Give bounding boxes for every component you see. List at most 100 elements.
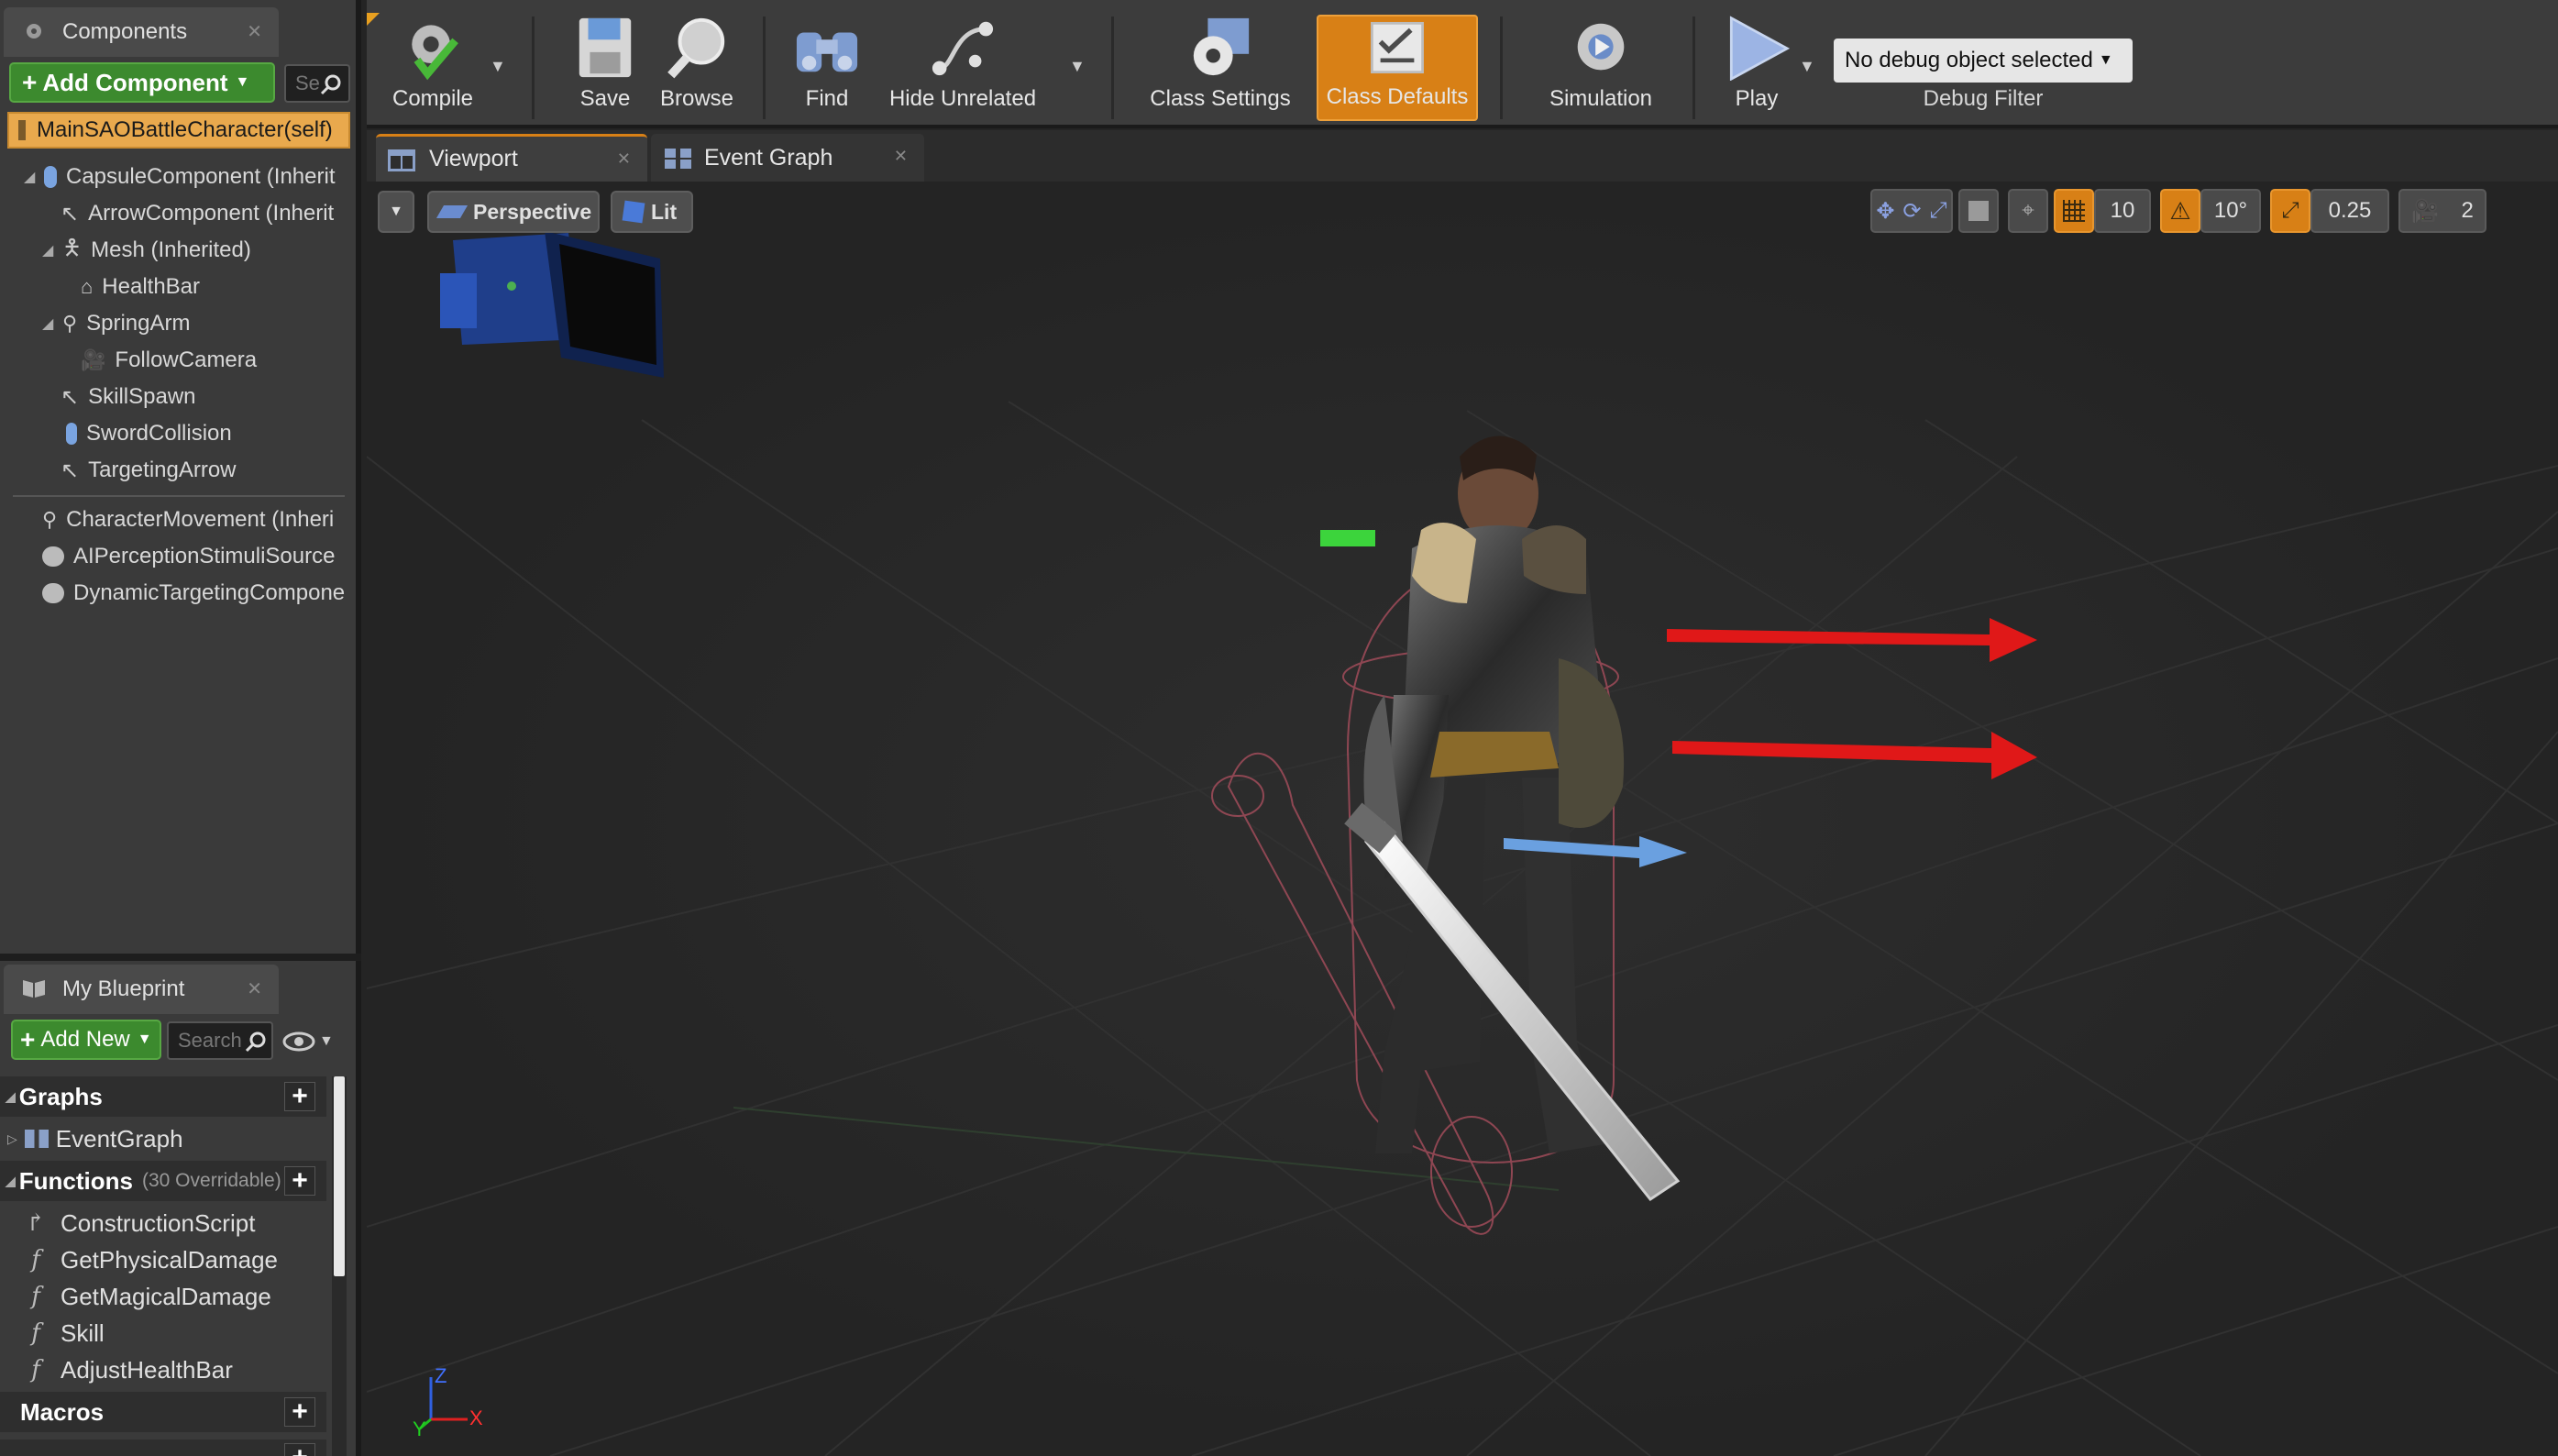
perspective-button[interactable]: Perspective (427, 191, 600, 233)
close-icon[interactable]: ✕ (247, 20, 262, 43)
tree-row-dynamictargeting[interactable]: DynamicTargetingCompone (42, 576, 354, 611)
tree-row-springarm[interactable]: ◢ ⚲ SpringArm (42, 306, 354, 341)
section-functions[interactable]: ◢ Functions (30 Overridable) + (0, 1161, 326, 1201)
tab-components[interactable]: Components ✕ (4, 7, 279, 57)
tab-components-label: Components (62, 19, 188, 44)
tree-row-swordcollision[interactable]: SwordCollision (66, 416, 354, 451)
simulation-button[interactable]: Simulation (1527, 15, 1674, 121)
surface-snap-icon: ⌖ (2022, 198, 2034, 223)
add-variable-button[interactable]: + (284, 1443, 315, 1456)
tree-row-self[interactable]: MainSAOBattleCharacter(self) (7, 112, 350, 149)
scrollbar-thumb[interactable] (334, 1076, 345, 1276)
close-icon[interactable]: ✕ (894, 147, 908, 166)
view-options-button[interactable]: ▼ (282, 1025, 341, 1058)
play-label: Play (1735, 86, 1779, 111)
toolbar-separator (1500, 17, 1503, 119)
section-variables[interactable]: + (0, 1439, 326, 1456)
close-icon[interactable]: ✕ (617, 149, 631, 169)
list-item-function[interactable]: f AdjustHealthBar (0, 1351, 326, 1388)
tab-my-blueprint-label: My Blueprint (62, 976, 185, 1001)
compile-button[interactable]: Compile (378, 15, 488, 121)
camera-speed-icon: 🎥 (2411, 198, 2440, 224)
world-local-toggle[interactable] (1958, 189, 1999, 233)
tree-row-mesh[interactable]: ◢ 🯅 Mesh (Inherited) (42, 233, 354, 268)
tree-row-skillspawn[interactable]: ↖ SkillSpawn (61, 380, 354, 414)
graph-icon (24, 1130, 49, 1148)
rotation-snap-value[interactable]: 10° (2200, 189, 2261, 233)
tree-row-aiperception[interactable]: AIPerceptionStimuliSource (42, 539, 354, 574)
hide-unrelated-chevron-icon[interactable]: ▼ (1069, 57, 1086, 76)
scale-icon[interactable]: ⤢ (1929, 198, 1946, 224)
hide-unrelated-button[interactable]: Hide Unrelated (880, 15, 1045, 121)
camera-speed-value: 2 (2461, 198, 2474, 223)
angle-icon: ⚠ (2169, 196, 2191, 225)
view-mode-lit-button[interactable]: Lit (611, 191, 693, 233)
movement-icon: ⚲ (42, 508, 58, 531)
tree-label: SkillSpawn (88, 384, 196, 409)
simulation-icon (1577, 23, 1625, 71)
list-item-function[interactable]: f GetMagicalDamage (0, 1278, 326, 1315)
blueprint-search-input[interactable]: Search (167, 1021, 273, 1060)
section-macros[interactable]: Macros + (0, 1392, 326, 1432)
add-macro-button[interactable]: + (284, 1397, 315, 1427)
list-item-function[interactable]: ↱ ConstructionScript (0, 1205, 326, 1241)
panel-splitter[interactable] (0, 954, 361, 961)
find-button[interactable]: Find (781, 15, 873, 121)
debug-filter-label: Debug Filter (1923, 86, 2044, 111)
debug-object-select[interactable]: No debug object selected ▼ (1834, 39, 2133, 83)
rotation-snap-toggle[interactable]: ⚠ (2160, 189, 2200, 233)
scrollbar-track[interactable] (332, 1076, 347, 1456)
rotate-icon[interactable]: ⟳ (1902, 198, 1921, 225)
save-button[interactable]: Save (559, 15, 651, 121)
chevron-down-icon: ▼ (319, 1033, 334, 1049)
section-graphs-label: Graphs (18, 1082, 103, 1110)
tab-event-graph[interactable]: Event Graph ✕ (651, 134, 924, 182)
lit-label: Lit (651, 199, 678, 224)
graph-icon (665, 149, 691, 169)
class-defaults-button[interactable]: Class Defaults (1317, 15, 1478, 121)
tab-my-blueprint[interactable]: My Blueprint ✕ (4, 965, 279, 1014)
browse-button[interactable]: Browse (651, 15, 743, 121)
add-new-label: Add New (40, 1027, 130, 1052)
close-icon[interactable]: ✕ (247, 977, 262, 1000)
save-label: Save (579, 86, 631, 111)
left-panel: Components ✕ + Add Component ▼ Se MainSA… (0, 0, 361, 1456)
perspective-label: Perspective (473, 199, 592, 224)
grid-snap-toggle[interactable] (2054, 189, 2094, 233)
compile-options-chevron-icon[interactable]: ▼ (490, 57, 506, 76)
grid-snap-value[interactable]: 10 (2094, 189, 2151, 233)
add-component-button[interactable]: + Add Component ▼ (9, 62, 275, 103)
camera-speed-button[interactable]: 🎥 2 (2398, 189, 2486, 233)
axis-z-label: Z (435, 1364, 447, 1387)
plus-icon: + (22, 68, 38, 96)
tree-label: FollowCamera (115, 347, 258, 372)
eye-icon (282, 1031, 315, 1052)
class-settings-label: Class Settings (1150, 86, 1291, 111)
list-item-eventgraph[interactable]: ▷ EventGraph (0, 1120, 326, 1157)
tree-row-arrow[interactable]: ↖ ArrowComponent (Inherit (61, 196, 354, 231)
viewport-3d[interactable]: ▼ Perspective Lit ✥ ⟳ ⤢ ⌖ 10 ⚠ 10° ⤢ 0.2… (367, 182, 2558, 1456)
section-graphs[interactable]: ◢ Graphs + (0, 1076, 326, 1117)
class-settings-button[interactable]: Class Settings (1142, 15, 1298, 121)
grid-icon (2063, 200, 2085, 222)
viewport-options-button[interactable]: ▼ (378, 191, 414, 233)
play-options-chevron-icon[interactable]: ▼ (1799, 57, 1815, 76)
tree-row-followcamera[interactable]: 🎥 FollowCamera (81, 343, 354, 378)
list-item-function[interactable]: f GetPhysicalDamage (0, 1241, 326, 1278)
tree-row-charactermovement[interactable]: ⚲ CharacterMovement (Inheri (42, 502, 354, 537)
tree-row-capsule[interactable]: ◢ CapsuleComponent (Inherit (24, 160, 354, 194)
surface-snap-toggle[interactable]: ⌖ (2008, 189, 2048, 233)
tree-label: CharacterMovement (Inheri (66, 507, 335, 532)
scale-snap-toggle[interactable]: ⤢ (2270, 189, 2310, 233)
section-functions-label: Functions (18, 1166, 133, 1195)
scale-snap-value[interactable]: 0.25 (2310, 189, 2389, 233)
components-search-input[interactable]: Se (284, 64, 350, 103)
list-item-function[interactable]: f Skill (0, 1315, 326, 1351)
add-graph-button[interactable]: + (284, 1082, 315, 1111)
add-function-button[interactable]: + (284, 1166, 315, 1196)
add-new-button[interactable]: + Add New ▼ (11, 1020, 161, 1060)
tree-row-targetingarrow[interactable]: ↖ TargetingArrow (61, 453, 354, 488)
tree-row-healthbar[interactable]: ⌂ HealthBar (81, 270, 354, 304)
translate-icon[interactable]: ✥ (1876, 198, 1894, 225)
tab-viewport[interactable]: Viewport ✕ (376, 134, 647, 182)
